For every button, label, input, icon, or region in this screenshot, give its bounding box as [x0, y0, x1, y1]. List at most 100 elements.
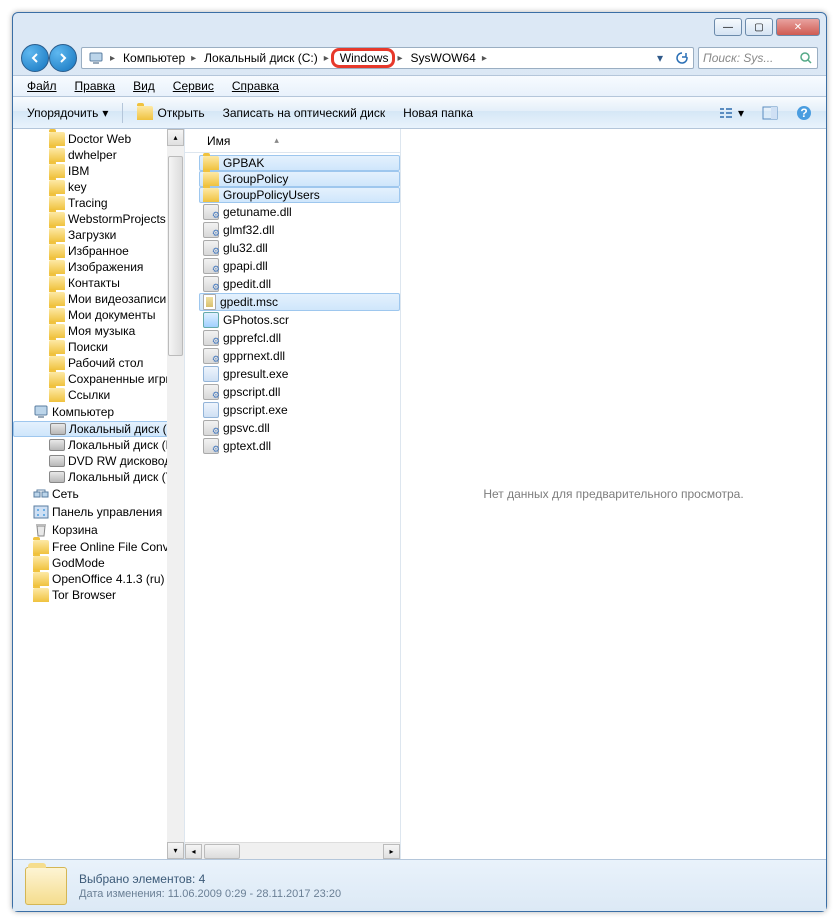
- address-dropdown-button[interactable]: ▾: [649, 48, 671, 68]
- chevron-right-icon[interactable]: ▸: [108, 53, 117, 64]
- tree-item[interactable]: Tracing: [13, 195, 184, 211]
- tree-item-label: Сохраненные игры: [68, 372, 174, 386]
- tree-item[interactable]: Локальный диск (Y:): [13, 469, 184, 485]
- menu-edit[interactable]: Правка: [67, 77, 124, 95]
- menubar: Файл Правка Вид Сервис Справка: [13, 75, 826, 97]
- file-row[interactable]: gpprefcl.dll: [199, 329, 400, 347]
- tree-item[interactable]: Моя музыка: [13, 323, 184, 339]
- address-bar[interactable]: ▸ Компьютер ▸ Локальный диск (C:) ▸ Wind…: [81, 47, 694, 69]
- new-folder-button[interactable]: Новая папка: [395, 102, 481, 124]
- file-row[interactable]: GroupPolicy: [199, 171, 400, 187]
- chevron-right-icon[interactable]: ▸: [189, 53, 198, 64]
- chevron-right-icon[interactable]: ▸: [395, 53, 404, 64]
- search-input[interactable]: Поиск: Sys...: [698, 47, 818, 69]
- view-mode-button[interactable]: ▾: [710, 101, 752, 125]
- tree-item-label: OpenOffice 4.1.3 (ru): [52, 572, 165, 586]
- file-row[interactable]: gpsvc.dll: [199, 419, 400, 437]
- back-button[interactable]: [21, 44, 49, 72]
- file-row[interactable]: gptext.dll: [199, 437, 400, 455]
- file-row[interactable]: gpedit.msc: [199, 293, 400, 311]
- tree-item[interactable]: IBM: [13, 163, 184, 179]
- tree-item[interactable]: Избранное: [13, 243, 184, 259]
- scroll-right-button[interactable]: ▸: [383, 844, 400, 859]
- maximize-button[interactable]: ▢: [745, 18, 773, 36]
- tree-item-label: Tracing: [68, 196, 108, 210]
- statusbar: Выбрано элементов: 4 Дата изменения: 11.…: [13, 859, 826, 911]
- preview-pane: Нет данных для предварительного просмотр…: [401, 129, 826, 859]
- tree-item-label: Tor Browser: [52, 588, 116, 602]
- tree-item[interactable]: Локальный диск (C:): [13, 421, 184, 437]
- tree-item-label: Мои документы: [68, 308, 155, 322]
- breadcrumb-segment[interactable]: Локальный диск (C:): [198, 48, 322, 68]
- breadcrumb-segment-highlighted[interactable]: Windows: [331, 48, 396, 68]
- file-row[interactable]: glu32.dll: [199, 239, 400, 257]
- preview-pane-button[interactable]: [754, 101, 786, 125]
- horizontal-scrollbar[interactable]: ◂ ▸: [185, 842, 400, 859]
- tree-item[interactable]: Мои документы: [13, 307, 184, 323]
- tree-item[interactable]: Контакты: [13, 275, 184, 291]
- tree-item[interactable]: Сеть: [13, 485, 184, 503]
- tree-item[interactable]: Поиски: [13, 339, 184, 355]
- file-name: getuname.dll: [223, 205, 292, 219]
- column-header-name[interactable]: Имя ▴: [185, 129, 400, 153]
- open-button[interactable]: Открыть: [129, 102, 212, 124]
- minimize-button[interactable]: —: [714, 18, 742, 36]
- tree-item[interactable]: Сохраненные игры: [13, 371, 184, 387]
- scroll-left-button[interactable]: ◂: [185, 844, 202, 859]
- burn-button[interactable]: Записать на оптический диск: [215, 102, 394, 124]
- tree-item[interactable]: Изображения: [13, 259, 184, 275]
- file-row[interactable]: gpprnext.dll: [199, 347, 400, 365]
- tree-item[interactable]: Рабочий стол: [13, 355, 184, 371]
- forward-button[interactable]: [49, 44, 77, 72]
- refresh-button[interactable]: [671, 48, 693, 68]
- tree-item-label: Компьютер: [52, 405, 114, 419]
- tree-item[interactable]: DVD RW дисковод (: [13, 453, 184, 469]
- help-button[interactable]: ?: [788, 101, 820, 125]
- tree-scrollbar[interactable]: ▴ ▾: [167, 129, 184, 859]
- tree-item[interactable]: WebstormProjects: [13, 211, 184, 227]
- tree-item[interactable]: key: [13, 179, 184, 195]
- breadcrumb-segment[interactable]: Компьютер: [117, 48, 189, 68]
- breadcrumb-segment[interactable]: SysWOW64: [404, 48, 479, 68]
- scroll-up-button[interactable]: ▴: [167, 129, 184, 146]
- close-button[interactable]: ✕: [776, 18, 820, 36]
- menu-file[interactable]: Файл: [19, 77, 65, 95]
- organize-button[interactable]: Упорядочить ▾: [19, 102, 116, 124]
- scroll-down-button[interactable]: ▾: [167, 842, 184, 859]
- menu-tools[interactable]: Сервис: [165, 77, 222, 95]
- file-row[interactable]: gpedit.dll: [199, 275, 400, 293]
- file-row[interactable]: gpscript.dll: [199, 383, 400, 401]
- file-row[interactable]: gpscript.exe: [199, 401, 400, 419]
- breadcrumb-root-icon[interactable]: [82, 48, 108, 68]
- file-row[interactable]: gpapi.dll: [199, 257, 400, 275]
- tree-item[interactable]: Мои видеозаписи: [13, 291, 184, 307]
- menu-help[interactable]: Справка: [224, 77, 287, 95]
- tree-item[interactable]: Компьютер: [13, 403, 184, 421]
- file-row[interactable]: GPhotos.scr: [199, 311, 400, 329]
- tree-item[interactable]: Загрузки: [13, 227, 184, 243]
- file-row[interactable]: gpresult.exe: [199, 365, 400, 383]
- menu-view[interactable]: Вид: [125, 77, 163, 95]
- tree-item[interactable]: dwhelper: [13, 147, 184, 163]
- chevron-right-icon[interactable]: ▸: [480, 53, 489, 64]
- titlebar[interactable]: — ▢ ✕: [13, 13, 826, 41]
- scroll-thumb[interactable]: [168, 156, 183, 356]
- file-name: gpprefcl.dll: [223, 331, 281, 345]
- file-name: GroupPolicyUsers: [223, 188, 320, 202]
- selection-thumbnail-icon: [25, 867, 67, 905]
- tree-item[interactable]: Панель управления: [13, 503, 184, 521]
- navigation-tree[interactable]: Doctor WebdwhelperIBMkeyTracingWebstormP…: [13, 129, 185, 859]
- tree-item[interactable]: Локальный диск (D:): [13, 437, 184, 453]
- file-row[interactable]: getuname.dll: [199, 203, 400, 221]
- file-row[interactable]: GroupPolicyUsers: [199, 187, 400, 203]
- tree-item-label: Поиски: [68, 340, 108, 354]
- tree-item[interactable]: Doctor Web: [13, 131, 184, 147]
- tree-item[interactable]: Ссылки: [13, 387, 184, 403]
- file-row[interactable]: glmf32.dll: [199, 221, 400, 239]
- file-list-body[interactable]: GPBAKGroupPolicyGroupPolicyUsers getuname…: [185, 153, 400, 842]
- chevron-right-icon[interactable]: ▸: [322, 53, 331, 64]
- file-row[interactable]: GPBAK: [199, 155, 400, 171]
- tree-item[interactable]: Tor Browser: [13, 587, 184, 603]
- search-icon: [799, 51, 813, 65]
- scroll-thumb[interactable]: [204, 844, 240, 859]
